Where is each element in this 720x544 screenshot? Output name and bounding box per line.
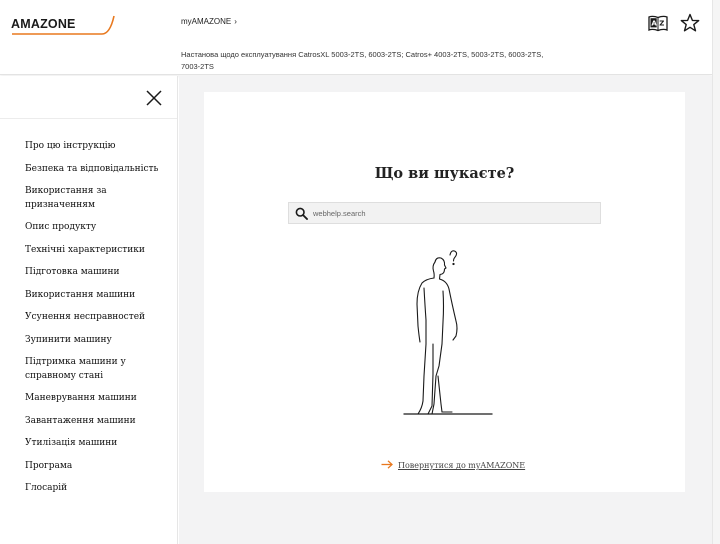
svg-text:A: A xyxy=(651,20,657,28)
nav-item-stopping-machine[interactable]: Зупинити машину xyxy=(0,334,177,348)
breadcrumb[interactable]: myAMAZONE › xyxy=(181,17,237,26)
nav-item-maintenance[interactable]: Підтримка машини у справному стані xyxy=(0,356,177,383)
back-link-label[interactable]: Повернутися до myAMAZONE xyxy=(398,461,525,470)
search-box[interactable] xyxy=(288,202,601,224)
nav-item-troubleshooting[interactable]: Усунення несправностей xyxy=(0,311,177,325)
back-to-myamazone-link[interactable]: Повернутися до myAMAZONE xyxy=(381,460,525,470)
search-icon[interactable] xyxy=(295,207,308,220)
sidebar-top-bar xyxy=(0,76,177,119)
arrow-right-icon xyxy=(381,460,393,469)
person-thinking-illustration xyxy=(403,250,493,415)
search-card: Що ви шукаєте? webhelp.search Повернутис… xyxy=(204,92,685,492)
star-icon[interactable] xyxy=(680,13,700,33)
nav-item-technical-data[interactable]: Технічні характеристики xyxy=(0,244,177,258)
manual-title: Настанова щодо експлуатування CatrosXL 5… xyxy=(181,50,544,71)
nav-item-product-description[interactable]: Опис продукту xyxy=(0,221,177,235)
chevron-right-icon: › xyxy=(234,17,237,26)
breadcrumb-myamazone[interactable]: myAMAZONE xyxy=(181,17,231,26)
nav-item-disposal[interactable]: Утилізація машини xyxy=(0,437,177,451)
main-content: Що ви шукаєте? webhelp.search Повернутис… xyxy=(179,76,712,544)
nav-item-preparing-machine[interactable]: Підготовка машини xyxy=(0,266,177,280)
nav-item-loading[interactable]: Завантаження машини xyxy=(0,415,177,429)
svg-text:Z: Z xyxy=(659,20,664,28)
nav-item-about-manual[interactable]: Про цю інструкцію xyxy=(0,140,177,154)
nav-item-safety[interactable]: Безпека та відповідальність xyxy=(0,163,177,177)
amazone-logo[interactable]: AMAZONE xyxy=(10,14,116,36)
page-heading: Що ви шукаєте? xyxy=(374,165,515,182)
logo-text: AMAZONE xyxy=(11,17,76,31)
language-az-icon[interactable]: A Z xyxy=(648,13,668,33)
close-icon[interactable] xyxy=(145,89,163,107)
nav-item-glossary[interactable]: Глосарій xyxy=(0,482,177,496)
search-input[interactable] xyxy=(313,203,593,223)
nav-item-using-machine[interactable]: Використання машини xyxy=(0,289,177,303)
page-scrollbar[interactable] xyxy=(712,0,720,544)
sidebar-navigation: Про цю інструкцію Безпека та відповідаль… xyxy=(0,76,178,544)
nav-item-appendix[interactable]: Програма xyxy=(0,460,177,474)
app-header: AMAZONE myAMAZONE › Настанова щодо експлу… xyxy=(0,0,712,75)
nav-item-intended-use[interactable]: Використання за призначенням xyxy=(0,185,177,212)
nav-item-manoeuvring[interactable]: Маневрування машини xyxy=(0,392,177,406)
nav-list: Про цю інструкцію Безпека та відповідаль… xyxy=(0,119,177,496)
